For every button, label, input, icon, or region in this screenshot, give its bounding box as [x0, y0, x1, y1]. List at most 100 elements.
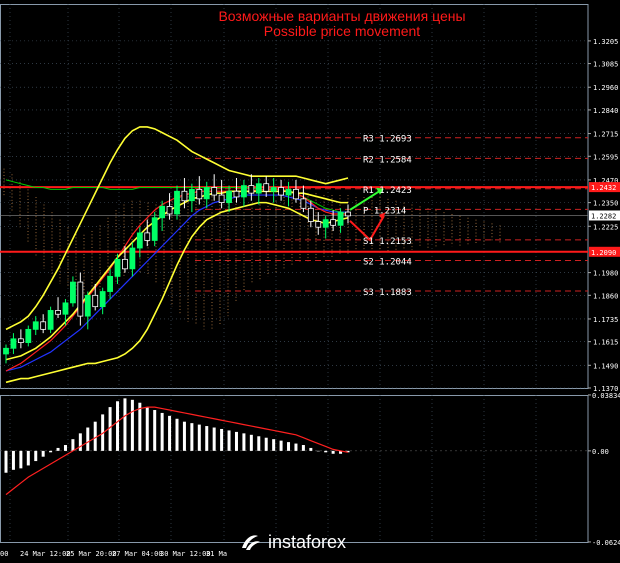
macd-histogram-bar	[220, 428, 224, 451]
candle-body	[307, 207, 314, 222]
macd-histogram-bar	[19, 450, 23, 469]
macd-histogram-bar	[301, 445, 305, 451]
candle-body	[226, 190, 232, 204]
time-axis-label: 31 Ma	[206, 550, 227, 558]
time-axis-label: 25 Mar 20:00	[66, 550, 117, 558]
price-tick-label: 1.3205	[593, 38, 618, 46]
candle-body	[107, 275, 113, 292]
price-tick-label: 1.1980	[593, 270, 618, 278]
candle-body	[285, 188, 292, 196]
candle-body	[255, 183, 262, 194]
candle-body	[322, 219, 329, 228]
price-tick-label: 1.2350	[593, 200, 618, 208]
candle-body	[62, 302, 69, 315]
candle-body	[159, 206, 166, 219]
macd-panel-border	[0, 395, 589, 543]
candle-body	[241, 185, 247, 198]
macd-histogram-bar	[294, 443, 298, 451]
instaforex-logo: instaforex	[238, 530, 346, 554]
macd-histogram-bar	[160, 412, 164, 451]
macd-histogram-bar	[205, 426, 209, 451]
macd-tick-label: -0.06247	[592, 539, 620, 547]
chart-title-ru: Возможные варианты движения цены	[218, 8, 466, 24]
price-tick-label: 1.1735	[593, 316, 618, 324]
time-axis-label: 00	[0, 550, 8, 558]
pivot-label: P 1.2314	[363, 206, 406, 216]
price-tick-label: 1.2960	[593, 84, 618, 92]
instaforex-logo-text: instaforex	[268, 531, 347, 552]
candle-body	[129, 247, 136, 270]
candle-body	[40, 321, 47, 330]
candle-body	[122, 258, 128, 270]
candle-body	[203, 187, 210, 200]
macd-histogram-bar	[145, 407, 149, 451]
candle-body	[55, 310, 61, 315]
candle-body	[136, 232, 143, 249]
price-tick-label: 1.2840	[593, 107, 618, 115]
pivot-label: R1 1.2423	[363, 186, 412, 196]
macd-histogram-bar	[182, 421, 186, 451]
candle-body	[99, 291, 106, 308]
time-axis-label: 30 Mar 12:00	[160, 550, 211, 558]
macd-histogram-bar	[257, 436, 261, 451]
macd-histogram-bar	[123, 398, 127, 451]
pivot-label: S2 1.2044	[363, 258, 412, 268]
macd-histogram-bar	[116, 401, 120, 451]
macd-histogram-bar	[4, 450, 8, 473]
macd-histogram-bar	[168, 415, 172, 451]
candle-body	[151, 217, 158, 241]
chart-title-en: Possible price movement	[263, 23, 421, 39]
bollinger-lower-line	[5, 201, 349, 384]
candle-body	[300, 198, 307, 209]
macd-histogram-bar	[316, 450, 320, 452]
candle-body	[278, 187, 284, 196]
price-tick-label: 1.1860	[593, 292, 618, 300]
resistance-price-label: 1.2432	[591, 184, 616, 192]
macd-tick-label: 0.00	[592, 448, 609, 456]
macd-histogram-bar	[11, 450, 15, 470]
macd-histogram-bar	[26, 450, 30, 466]
macd-histogram-bar	[279, 440, 283, 451]
candle-body	[345, 211, 351, 217]
candle-body	[248, 185, 255, 194]
macd-histogram-bar	[56, 447, 60, 451]
macd-histogram-bar	[227, 430, 231, 451]
price-tick-label: 1.1490	[593, 362, 618, 370]
candle-body	[211, 187, 218, 196]
candle-body	[196, 188, 203, 200]
macd-histogram-bar	[309, 447, 313, 451]
macd-histogram-bar	[190, 423, 194, 451]
macd-histogram-bar	[242, 433, 246, 451]
macd-histogram-bar	[324, 450, 328, 453]
candle-body	[330, 219, 337, 226]
macd-histogram-bar	[49, 450, 53, 453]
candle-body	[233, 190, 240, 198]
macd-histogram-bar	[264, 437, 268, 451]
candle-body	[47, 310, 54, 330]
macd-histogram-bar	[34, 450, 38, 462]
candle-body	[144, 232, 151, 241]
macd-histogram-bar	[287, 442, 291, 451]
macd-histogram-bar	[249, 434, 253, 451]
candle-body	[70, 281, 76, 304]
candle-body	[77, 281, 84, 317]
macd-histogram-bar	[234, 431, 238, 451]
pivot-label: S1 1.2153	[363, 237, 412, 247]
current-price-label: 1.2282	[591, 212, 616, 220]
macd-histogram-bar	[138, 402, 142, 451]
macd-histogram-bar	[93, 421, 97, 451]
macd-histogram-bar	[71, 439, 75, 451]
bollinger-upper-line	[5, 126, 349, 331]
support-price-label: 1.2090	[591, 249, 616, 257]
candle-body	[3, 347, 9, 355]
pivot-label: S3 1.1883	[363, 288, 412, 298]
pivot-label: R3 1.2693	[363, 135, 412, 145]
time-axis-label: 24 Mar 12:00	[20, 550, 71, 558]
candle-body	[337, 211, 344, 226]
macd-histogram-bar	[331, 450, 335, 454]
candle-body	[17, 338, 24, 344]
candle-body	[25, 328, 32, 344]
price-tick-label: 1.2715	[593, 131, 618, 139]
macd-histogram-bar	[63, 445, 67, 451]
price-chart: 1.3205 1.3085 1.2960 1.2840 1.2715 1.2595 1.24…	[0, 4, 620, 558]
